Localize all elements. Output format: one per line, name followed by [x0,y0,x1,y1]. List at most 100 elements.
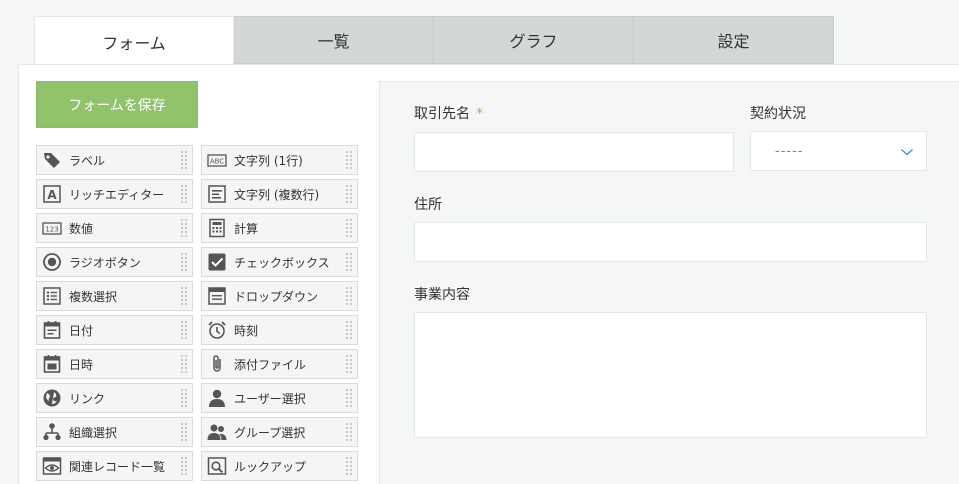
palette-item-text: 複数選択 [69,289,118,304]
drag-handle-icon[interactable] [180,422,188,442]
palette-item-multi-choice[interactable]: 複数選択 [36,281,193,311]
palette-item-text: 日時 [69,357,94,372]
drag-handle-icon[interactable] [345,184,353,204]
alarm-clock-icon [206,319,228,341]
related-records-icon [41,455,63,477]
palette-item-text: ドロップダウン [234,289,319,304]
checkbox-icon [206,251,228,273]
palette-item-lookup[interactable]: ルックアップ [201,451,358,481]
form-editor-panel: フォームを保存 ラベル ABC 文字列 (1行) A リッチエディター 文字列 … [18,64,959,484]
tag-icon [41,149,63,171]
drag-handle-icon[interactable] [345,320,353,340]
drag-handle-icon[interactable] [180,150,188,170]
palette-item-text: 日付 [69,323,94,338]
form-layout-canvas: 取引先名 * 契約状況 ----- 住所 事業内容 [379,81,959,484]
palette-item-text: 文字列 (1行) [234,153,303,168]
palette-item-label[interactable]: ラベル [36,145,193,175]
drag-handle-icon[interactable] [345,456,353,476]
address-input[interactable] [414,222,927,262]
palette-item-text: ユーザー選択 [234,391,306,406]
tab-graph[interactable]: グラフ [434,16,634,64]
chevron-down-icon [901,148,913,156]
palette-item-text: 数値 [69,221,94,236]
rich-editor-icon: A [41,183,63,205]
abc-text-icon: ABC [206,149,228,171]
datetime-icon [41,353,63,375]
business-field-label: 事業内容 [414,287,470,303]
drag-handle-icon[interactable] [345,218,353,238]
palette-item-text: 添付ファイル [234,357,307,372]
palette-item-number[interactable]: 123 数値 [36,213,193,243]
tab-settings[interactable]: 設定 [634,16,834,64]
svg-text:123: 123 [45,226,58,234]
drag-handle-icon[interactable] [345,354,353,374]
drag-handle-icon[interactable] [345,252,353,272]
business-textarea[interactable] [414,312,927,438]
palette-item-datetime[interactable]: 日時 [36,349,193,379]
radio-icon [41,251,63,273]
multi-select-icon [41,285,63,307]
palette-item-department-selection[interactable]: 組織選択 [36,417,193,447]
palette-item-link[interactable]: リンク [36,383,193,413]
contract-status-field-label: 契約状況 [750,106,806,122]
drag-handle-icon[interactable] [345,150,353,170]
user-icon [206,387,228,409]
palette-item-text: リッチエディター [69,187,165,202]
lookup-icon [206,455,228,477]
palette-item-text: ラジオボタン [69,255,141,270]
palette-item-rich-editor[interactable]: A リッチエディター [36,179,193,209]
save-form-button[interactable]: フォームを保存 [36,81,198,128]
palette-item-group-selection[interactable]: グループ選択 [201,417,358,447]
date-icon [41,319,63,341]
palette-item-text: 組織選択 [69,425,118,440]
palette-item-text: チェックボックス [234,255,330,270]
palette-item-text: 関連レコード一覧 [69,459,166,474]
tab-bar: フォーム 一覧 グラフ 設定 [34,16,834,66]
drag-handle-icon[interactable] [180,388,188,408]
client-name-field-label: 取引先名 * [414,106,483,122]
drag-handle-icon[interactable] [180,286,188,306]
contract-status-selected-value: ----- [775,143,804,159]
number-icon: 123 [41,217,63,239]
palette-item-text: 計算 [234,221,259,236]
palette-item-text: ラベル [69,153,106,168]
client-name-input[interactable] [414,132,734,172]
org-chart-icon [41,421,63,443]
palette-item-calculation[interactable]: 計算 [201,213,358,243]
palette-item-text: リンク [69,391,106,406]
palette-item-text: 時刻 [234,323,259,338]
palette-item-radio-button[interactable]: ラジオボタン [36,247,193,277]
address-field-label: 住所 [414,197,442,213]
dropdown-icon [206,285,228,307]
palette-item-dropdown[interactable]: ドロップダウン [201,281,358,311]
paperclip-icon [206,353,228,375]
palette-item-checkbox[interactable]: チェックボックス [201,247,358,277]
drag-handle-icon[interactable] [180,354,188,374]
palette-item-text: グループ選択 [234,425,306,440]
drag-handle-icon[interactable] [180,320,188,340]
drag-handle-icon[interactable] [180,252,188,272]
svg-text:ABC: ABC [210,158,224,166]
palette-item-user-selection[interactable]: ユーザー選択 [201,383,358,413]
palette-item-date[interactable]: 日付 [36,315,193,345]
palette-item-text: 文字列 (複数行) [234,187,320,202]
palette-item-time[interactable]: 時刻 [201,315,358,345]
drag-handle-icon[interactable] [180,218,188,238]
field-palette: ラベル ABC 文字列 (1行) A リッチエディター 文字列 (複数行) 12… [36,145,358,481]
svg-text:A: A [47,188,57,202]
group-icon [206,421,228,443]
palette-item-single-line-text[interactable]: ABC 文字列 (1行) [201,145,358,175]
contract-status-dropdown[interactable]: ----- [750,131,927,171]
drag-handle-icon[interactable] [345,286,353,306]
drag-handle-icon[interactable] [345,422,353,442]
palette-item-text: ルックアップ [234,459,307,474]
tab-list[interactable]: 一覧 [234,16,434,64]
palette-item-attachment[interactable]: 添付ファイル [201,349,358,379]
drag-handle-icon[interactable] [345,388,353,408]
drag-handle-icon[interactable] [180,184,188,204]
palette-item-multi-line-text[interactable]: 文字列 (複数行) [201,179,358,209]
drag-handle-icon[interactable] [180,456,188,476]
required-mark: * [476,106,483,122]
tab-form[interactable]: フォーム [34,16,234,66]
palette-item-related-records[interactable]: 関連レコード一覧 [36,451,193,481]
